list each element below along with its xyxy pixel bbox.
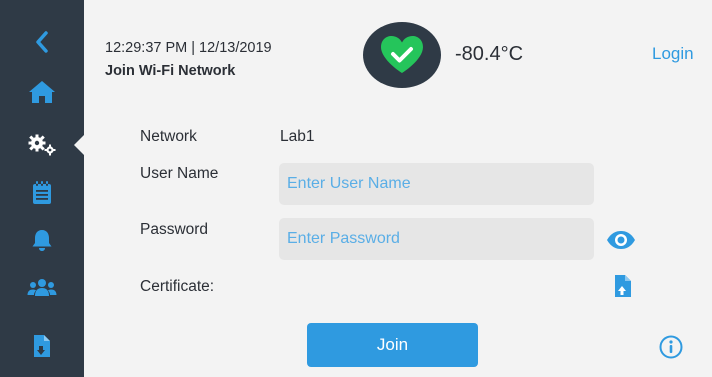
network-label: Network: [140, 128, 197, 145]
bell-icon: [32, 230, 52, 251]
datetime: 12:29:37 PM | 12/13/2019: [105, 40, 272, 56]
show-password-button[interactable]: [606, 228, 636, 252]
sidebar-item-export[interactable]: [0, 326, 84, 366]
status-indicator[interactable]: [363, 22, 441, 88]
sidebar-item-notes[interactable]: [0, 173, 84, 213]
sidebar-item-alarms[interactable]: [0, 220, 84, 260]
page-title: Join Wi-Fi Network: [105, 63, 236, 79]
sidebar-item-users[interactable]: [0, 268, 84, 308]
settings-gears-icon: [28, 134, 56, 156]
home-icon: [29, 81, 55, 103]
back-chevron-icon: [36, 31, 48, 53]
password-label: Password: [140, 221, 209, 238]
upload-certificate-button[interactable]: [612, 273, 634, 299]
login-link[interactable]: Login: [652, 44, 694, 64]
back-button[interactable]: [0, 22, 84, 62]
temperature-readout: -80.4°C: [455, 43, 524, 65]
sidebar: [0, 0, 84, 377]
password-input[interactable]: [279, 218, 594, 260]
username-input[interactable]: [279, 163, 594, 205]
info-button[interactable]: [658, 334, 684, 360]
info-icon: [659, 335, 683, 359]
certificate-label: Certificate:: [140, 278, 215, 295]
sidebar-item-home[interactable]: [0, 72, 84, 112]
username-label: User Name: [140, 165, 219, 182]
network-value: Lab1: [280, 128, 315, 145]
join-button[interactable]: Join: [307, 323, 478, 367]
heart-check-icon: [381, 36, 423, 73]
eye-icon: [607, 231, 635, 249]
file-download-icon: [34, 335, 50, 357]
sidebar-item-settings[interactable]: [0, 125, 84, 165]
users-icon: [27, 279, 57, 296]
file-upload-icon: [615, 275, 631, 297]
notepad-icon: [33, 181, 51, 204]
